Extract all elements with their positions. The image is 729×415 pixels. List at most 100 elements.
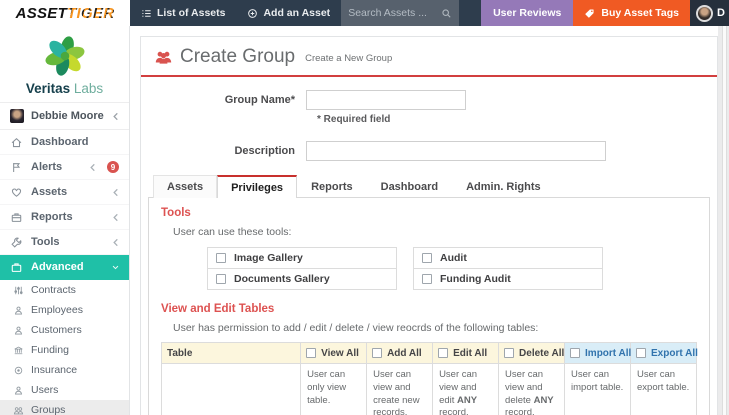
col-header-edit-all: Edit All [433,343,499,364]
cell-table-desc [162,364,301,415]
list-icon [141,8,152,19]
cell-add-all-desc: User can view and create new records. Us… [367,364,433,415]
permission-description: record. [439,407,469,415]
sidebar-item-employees[interactable]: Employees [0,300,129,320]
checkbox-delete-all[interactable] [504,348,514,358]
checkbox-funding-audit[interactable] [422,274,432,284]
page-title: Create Group [180,46,295,68]
tag-icon [584,8,595,19]
description-row: Description [141,141,717,161]
tool-image-gallery[interactable]: Image Gallery [207,247,397,269]
tab-admin-rights[interactable]: Admin. Rights [452,175,555,198]
create-group-card: Create Group Create a New Group Group Na… [140,36,718,415]
sidebar-item-label: Alerts [31,161,62,173]
col-header-import-all: Import All [565,343,631,364]
cell-delete-all-desc: User can view and delete ANY record. [499,364,565,415]
sidebar-item-users[interactable]: Users [0,380,129,400]
group-name-row: Group Name* [141,90,717,110]
sidebar-item-label: Groups [31,404,65,415]
home-icon [10,136,23,149]
page-header: Create Group Create a New Group [141,37,717,77]
sidebar-item-advanced[interactable]: Advanced [0,255,129,280]
company-brand: Veritas Labs [0,26,129,103]
sidebar-item-groups[interactable]: Groups [0,400,129,415]
description-input[interactable] [306,141,606,161]
assettiger-logo[interactable]: ASSETTIGER [0,0,130,26]
col-header-table: Table [162,343,301,364]
buy-asset-tags-label: Buy Asset Tags [601,7,679,19]
sidebar-item-insurance[interactable]: Insurance [0,360,129,380]
checkbox-edit-all[interactable] [438,348,448,358]
scrollbar[interactable] [722,26,727,415]
sidebar-item-customers[interactable]: Customers [0,320,129,340]
users-icon [13,405,24,415]
user-reviews-button[interactable]: User Reviews [481,0,573,26]
buy-asset-tags-button[interactable]: Buy Asset Tags [573,0,690,26]
tool-label: Funding Audit [440,273,511,285]
tools-instruction: User can use these tools: [173,226,697,238]
nav-list-of-assets[interactable]: List of Assets [130,0,236,26]
sidebar-item-alerts[interactable]: Alerts 9 [0,155,129,180]
sidebar-user-menu[interactable]: Debbie Moore [0,103,129,130]
tab-bar: Assets Privileges Reports Dashboard Admi… [148,175,710,198]
search-icon[interactable] [441,8,452,19]
permission-description: User can export table. [637,369,689,393]
sidebar-item-reports[interactable]: Reports [0,205,129,230]
column-label: Export All [651,348,698,359]
checkbox-image-gallery[interactable] [216,253,226,263]
flag-icon [10,161,23,174]
sidebar-item-tools[interactable]: Tools [0,230,129,255]
sidebar-item-funding[interactable]: Funding [0,340,129,360]
checkbox-add-all[interactable] [372,348,382,358]
sidebar-item-assets[interactable]: Assets [0,180,129,205]
checkbox-view-all[interactable] [306,348,316,358]
tab-dashboard[interactable]: Dashboard [367,175,452,198]
tab-assets[interactable]: Assets [153,175,217,198]
checkbox-import-all[interactable] [570,348,580,358]
sidebar-item-contracts[interactable]: Contracts [0,280,129,300]
tab-privileges[interactable]: Privileges [217,175,297,198]
asset-search-box[interactable] [341,0,459,26]
account-menu[interactable]: D [690,0,729,26]
description-label: Description [141,145,306,157]
nav-list-of-assets-label: List of Assets [157,7,225,19]
permissions-header-row: Table View All Add All Edit All Delete A… [162,343,697,364]
tool-funding-audit[interactable]: Funding Audit [413,268,603,290]
sidebar-item-label: Contracts [31,284,76,296]
sidebar-item-label: Funding [31,344,69,356]
cell-import-all-desc: User can import table. [565,364,631,415]
bank-icon [13,345,24,356]
search-input[interactable] [348,7,435,19]
chevron-left-icon [112,188,119,197]
column-label: Edit All [453,348,487,359]
nav-add-an-asset[interactable]: Add an Asset [236,0,341,26]
group-name-input[interactable] [306,90,466,110]
permission-description: User can import table. [571,369,623,393]
cell-export-all-desc: User can export table. [631,364,697,415]
col-header-view-all: View All [301,343,367,364]
checkbox-audit[interactable] [422,253,432,263]
tools-heading: Tools [161,207,697,219]
privileges-tab-area: Assets Privileges Reports Dashboard Admi… [148,175,710,415]
tool-documents-gallery[interactable]: Documents Gallery [207,268,397,290]
column-label: Add All [387,348,422,359]
top-navigation-bar: ASSETTIGER List of Assets Add an Asset U… [0,0,729,26]
sidebar-item-label: Assets [31,186,67,198]
checkbox-documents-gallery[interactable] [216,274,226,284]
checkbox-export-all[interactable] [636,348,646,358]
sidebar-item-dashboard[interactable]: Dashboard [0,130,129,155]
column-label: Delete All [519,348,564,359]
permissions-description-row: User can only view table. User can view … [162,364,697,415]
nav-add-an-asset-label: Add an Asset [263,7,330,19]
page-subtitle: Create a New Group [305,53,392,64]
sidebar-submenu-advanced: Contracts Employees Customers Funding In… [0,280,129,415]
permission-description: User can only view table. [307,369,346,406]
heart-icon [10,186,23,199]
permissions-table: Table View All Add All Edit All Delete A… [161,342,697,415]
logo-text-asset: ASSET [16,5,68,22]
permission-description-emphasis: ANY [534,395,554,406]
users-group-icon [155,50,172,65]
column-label: Import All [585,348,631,359]
tab-reports[interactable]: Reports [297,175,367,198]
tool-audit[interactable]: Audit [413,247,603,269]
